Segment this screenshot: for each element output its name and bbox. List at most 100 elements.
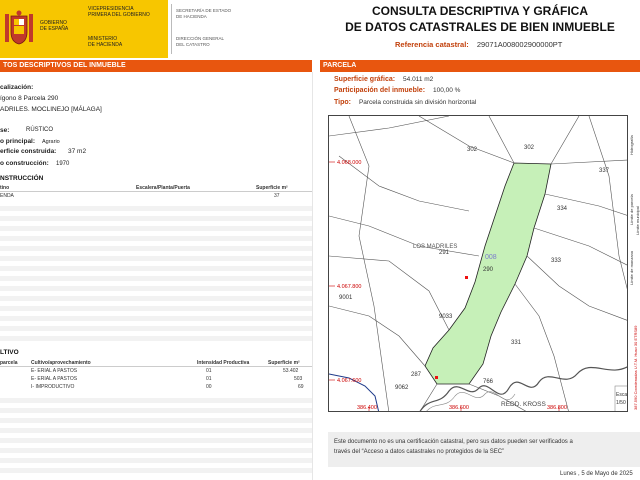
title-line-1: CONSULTA DESCRIPTIVA Y GRÁFICA xyxy=(371,4,588,18)
building-marker xyxy=(465,276,468,279)
parcel-number: 334 xyxy=(557,206,568,212)
legend-item: Límite de parcela xyxy=(629,194,634,225)
construction-title: NSTRUCCIÓN xyxy=(0,175,44,182)
parcel-highlight[interactable] xyxy=(424,162,552,385)
year-value: 1970 xyxy=(56,161,70,167)
col-destino: tino xyxy=(0,185,10,191)
cell-superficie: 37 xyxy=(274,193,280,199)
participation-label: Participación del inmueble: xyxy=(334,87,426,94)
x-coord: 386.800 xyxy=(547,405,567,411)
note-line-1: Este documento no es una certificación c… xyxy=(334,439,573,445)
col-cultivo: Cultivo/aprovechamiento xyxy=(31,360,91,366)
directorate-name: DIRECCIÓN GENERAL DEL CATASTRO xyxy=(176,36,224,47)
crop-table-header: parcela Cultivo/aprovechamiento Intensid… xyxy=(0,360,312,367)
graphic-area-label: Superficie gráfica: xyxy=(334,76,396,83)
section-bar-parcel: PARCELA xyxy=(320,60,640,72)
document-date: Lunes , 5 de Mayo de 2025 xyxy=(560,471,633,477)
type-value: Parcela construida sin división horizont… xyxy=(358,99,477,106)
highlight-label: 008 xyxy=(485,254,497,261)
parcel-number: 302 xyxy=(524,145,535,151)
header-divider xyxy=(171,4,172,54)
class-label: se: xyxy=(0,127,10,134)
scale-box xyxy=(614,385,627,411)
y-coord: 4.067.600 xyxy=(337,378,361,384)
table-row: E- ERIAL A PASTOS 01 53.402 xyxy=(0,368,312,375)
table-row: E- ERIAL A PASTOS 01 503 xyxy=(0,376,312,383)
panel-divider xyxy=(312,72,313,480)
table-row: ENDA 37 xyxy=(0,193,312,200)
type-label: Tipo: xyxy=(334,99,351,106)
scale-label: Esca xyxy=(616,392,627,398)
gov-line-2: DE ESPAÑA xyxy=(40,26,69,32)
col-subparcela: parcela xyxy=(0,360,18,366)
col-escalera: Escalera/Planta/Puerta xyxy=(136,185,190,191)
building-marker xyxy=(435,376,438,379)
parcel-number: 291 xyxy=(439,250,450,256)
ref-label: Referencia catastral: xyxy=(395,40,469,49)
title-line-2: DE DATOS CATASTRALES DE BIEN INMUEBLE xyxy=(345,20,615,34)
disclaimer-note: Este documento no es una certificación c… xyxy=(328,432,640,467)
parcel-number: 9062 xyxy=(395,385,409,391)
parcel-number: 766 xyxy=(483,379,494,385)
location-line-1: ígono 8 Parcela 290 xyxy=(0,95,59,102)
parcel-number: 9001 xyxy=(339,295,353,301)
map-svg: 4.068.000 4.067.800 4.067.600 386.400 38… xyxy=(329,116,627,411)
col-superficie: Superficie m² xyxy=(256,185,288,191)
y-coord: 4.067.800 xyxy=(337,284,361,290)
place-label: LOS MADRILES xyxy=(413,244,457,250)
crop-title: LTIVO xyxy=(0,349,19,356)
dir-line-1: DIRECCIÓN GENERAL xyxy=(176,36,225,41)
page-title: CONSULTA DESCRIPTIVA Y GRÁFICA DE DATOS … xyxy=(340,3,620,35)
participation-value: 100,00 % xyxy=(432,87,461,94)
crs-text: 387.590 Coordenadas U.T.M. Huso 30 ETRS8… xyxy=(633,325,638,410)
crop-table-body xyxy=(0,393,312,475)
cell-cultivo: E- ERIAL A PASTOS xyxy=(31,368,78,374)
location-label: calización: xyxy=(0,84,34,91)
section-bar-property: TOS DESCRIPTIVOS DEL INMUEBLE xyxy=(0,60,312,72)
class-value: RÚSTICO xyxy=(26,127,53,133)
cadastral-reference: Referencia catastral: 29071A008002900000… xyxy=(395,40,562,49)
participation: Participación del inmueble: 100,00 % xyxy=(334,87,460,94)
note-line-2: través del “Acceso a datos catastrales n… xyxy=(334,449,505,455)
built-area-label: erficie construida: xyxy=(0,148,57,155)
scale-value: 1/50 xyxy=(616,400,626,406)
parcel-number: 290 xyxy=(483,267,494,273)
secretariat-name: SECRETARÍA DE ESTADO DE HACIENDA xyxy=(176,8,231,19)
parcel-number: 333 xyxy=(551,258,562,264)
legend-item: Hidrografía xyxy=(629,134,634,155)
graphic-area: Superficie gráfica: 54.011 m2 xyxy=(334,76,433,83)
graphic-area-value: 54.011 m2 xyxy=(403,76,434,83)
parcel-number: 9033 xyxy=(439,314,453,320)
construction-table-header: tino Escalera/Planta/Puerta Superficie m… xyxy=(0,185,312,192)
col-intensidad: Intensidad Productiva xyxy=(197,360,250,366)
dir-line-2: DEL CATASTRO xyxy=(176,41,210,47)
parcel-number: 337 xyxy=(599,168,610,174)
cell-destino: ENDA xyxy=(0,193,14,199)
government-logo-block: GOBIERNO DE ESPAÑA VICEPRESIDENCIA PRIME… xyxy=(0,0,168,58)
government-header: GOBIERNO DE ESPAÑA VICEPRESIDENCIA PRIME… xyxy=(0,0,315,58)
ref-value: 29071A008002900000PT xyxy=(476,40,563,49)
cell-cultivo: I- IMPRODUCTIVO xyxy=(31,384,75,390)
parcel-number: 302 xyxy=(467,147,478,153)
x-coord: 386.400 xyxy=(357,405,377,411)
cell-intensidad: 00 xyxy=(206,384,212,390)
sec-line-2: DE HACIENDA xyxy=(176,13,207,19)
use-label: o principal: xyxy=(0,138,36,145)
government-name: GOBIERNO DE ESPAÑA xyxy=(40,20,68,32)
col-superficie: Superficie m² xyxy=(268,360,300,366)
sec-line-1: SECRETARÍA DE ESTADO xyxy=(176,8,232,13)
parcel-number: 331 xyxy=(511,340,522,346)
cell-superficie: 503 xyxy=(294,376,303,382)
coat-of-arms-icon xyxy=(5,10,33,45)
cell-intensidad: 01 xyxy=(206,376,212,382)
parcel-number: 287 xyxy=(411,372,422,378)
location-line-2: ADRILES. MOCLINEJO [MÁLAGA] xyxy=(0,106,102,113)
cell-cultivo: E- ERIAL A PASTOS xyxy=(31,376,78,382)
parcel-type: Tipo: Parcela construida sin división ho… xyxy=(334,99,476,106)
road-label: REDD. KROSS xyxy=(501,401,546,408)
year-label: o construcción: xyxy=(0,160,49,167)
map-legend: Hidrografía Límite de parcela Límite de … xyxy=(628,115,640,412)
table-row: I- IMPRODUCTIVO 00 69 xyxy=(0,384,312,391)
cadastral-map[interactable]: 4.068.000 4.067.800 4.067.600 386.400 38… xyxy=(328,115,628,412)
built-area-value: 37 m2 xyxy=(68,148,87,155)
